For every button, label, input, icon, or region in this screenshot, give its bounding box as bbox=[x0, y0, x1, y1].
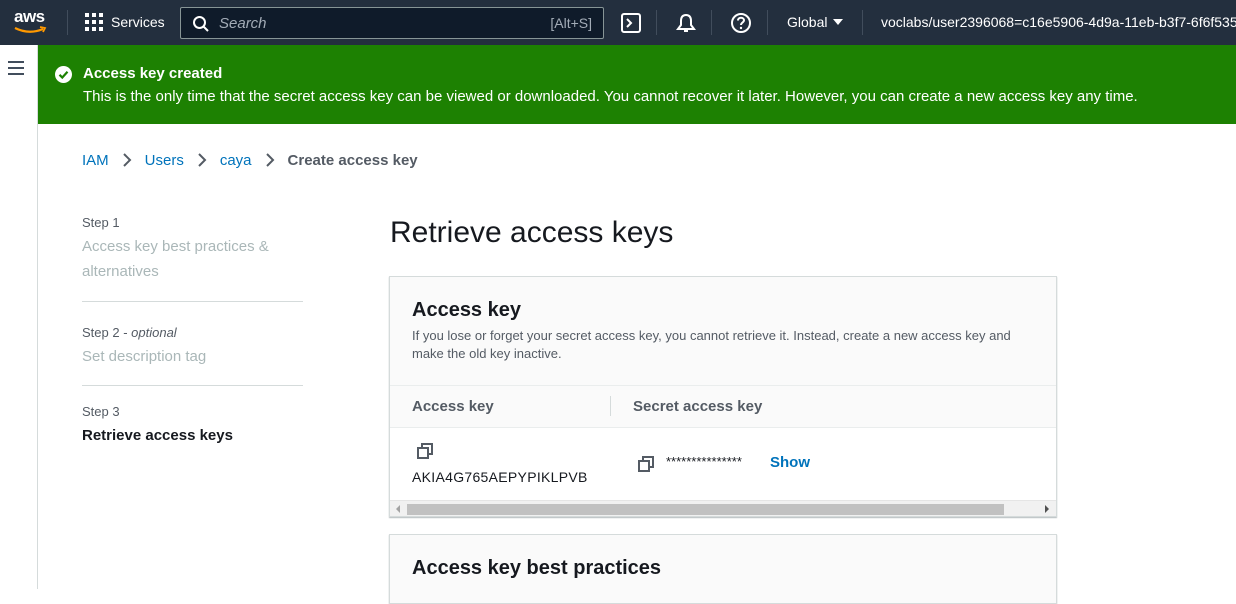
search-input[interactable] bbox=[219, 13, 519, 33]
step-label: Step 1 bbox=[82, 215, 120, 230]
copy-icon[interactable] bbox=[417, 443, 433, 459]
breadcrumb-link-users[interactable]: Users bbox=[145, 152, 184, 169]
panel-title: Access key best practices bbox=[412, 557, 662, 579]
breadcrumb-link-iam[interactable]: IAM bbox=[82, 152, 109, 169]
horizontal-scrollbar[interactable] bbox=[390, 500, 1056, 516]
nav-divider bbox=[862, 10, 863, 35]
aws-logo-text: aws bbox=[14, 7, 45, 26]
scroll-left-arrow-icon[interactable] bbox=[396, 505, 400, 513]
column-header-access-key: Access key bbox=[412, 398, 494, 415]
region-selector[interactable]: Global bbox=[787, 14, 844, 30]
wizard-step-1: Step 1 Access key best practices & alter… bbox=[82, 213, 303, 302]
region-label: Global bbox=[787, 14, 828, 30]
wizard-step-2: Step 2 - optional Set description tag bbox=[82, 302, 303, 386]
cloudshell-icon[interactable] bbox=[620, 12, 642, 34]
step-title: Set description tag bbox=[82, 348, 207, 365]
success-flashbar: Access key created This is the only time… bbox=[38, 45, 1236, 124]
services-menu-button[interactable]: Services bbox=[85, 13, 165, 31]
search-icon bbox=[193, 16, 209, 32]
search-shortcut-hint: [Alt+S] bbox=[550, 15, 592, 31]
panel-description: If you lose or forget your secret access… bbox=[412, 328, 1011, 361]
account-menu[interactable]: voclabs/user2396068=c16e5906-4d9a-11eb-b… bbox=[881, 14, 1236, 30]
step-title: Access key best practices & alternatives bbox=[82, 238, 269, 280]
nav-divider bbox=[656, 10, 657, 35]
panel-header: Access key If you lose or forget your se… bbox=[390, 277, 1056, 386]
bell-icon[interactable] bbox=[675, 12, 697, 34]
chevron-right-icon bbox=[198, 153, 207, 167]
flash-title: Access key created bbox=[83, 65, 223, 82]
step-optional-tag: optional bbox=[131, 325, 177, 340]
wizard-steps: Step 1 Access key best practices & alter… bbox=[82, 213, 303, 448]
search-box[interactable]: [Alt+S] bbox=[180, 7, 604, 39]
column-divider bbox=[610, 396, 611, 416]
chevron-right-icon bbox=[122, 153, 132, 167]
caret-down-icon bbox=[833, 19, 844, 25]
aws-logo[interactable]: aws bbox=[14, 8, 50, 36]
breadcrumb-link-user[interactable]: caya bbox=[220, 152, 252, 169]
breadcrumb-current: Create access key bbox=[287, 151, 418, 169]
show-secret-link[interactable]: Show bbox=[770, 454, 810, 471]
best-practices-panel: Access key best practices bbox=[389, 534, 1057, 604]
top-navigation: aws Services [Alt+S] Global bbox=[0, 0, 1236, 45]
table-header: Access key Secret access key bbox=[390, 386, 1056, 428]
help-icon[interactable] bbox=[730, 12, 752, 34]
flash-message: This is the only time that the secret ac… bbox=[83, 88, 1138, 105]
aws-smile-icon bbox=[14, 26, 47, 33]
services-label: Services bbox=[111, 14, 165, 30]
grid-icon bbox=[85, 13, 103, 31]
panel-title: Access key bbox=[412, 299, 521, 321]
nav-divider bbox=[67, 10, 68, 35]
scroll-right-arrow-icon[interactable] bbox=[1045, 505, 1049, 513]
secret-access-key-masked: *************** bbox=[666, 454, 742, 469]
step-title-active: Retrieve access keys bbox=[82, 427, 233, 444]
scrollbar-thumb[interactable] bbox=[407, 504, 1004, 515]
check-circle-icon bbox=[55, 66, 72, 83]
column-header-secret-access-key: Secret access key bbox=[633, 398, 763, 415]
nav-divider bbox=[767, 10, 768, 35]
page-title: Retrieve access keys bbox=[390, 216, 674, 249]
copy-icon[interactable] bbox=[638, 456, 654, 472]
step-label: Step 3 bbox=[82, 404, 120, 419]
access-key-id: AKIA4G765AEPYPIKLPVB bbox=[412, 469, 588, 485]
chevron-right-icon bbox=[265, 153, 274, 167]
nav-divider bbox=[711, 10, 712, 35]
table-row: AKIA4G765AEPYPIKLPVB *************** Sho… bbox=[390, 428, 1056, 500]
side-navigation-toggle-strip bbox=[0, 45, 38, 589]
access-key-panel: Access key If you lose or forget your se… bbox=[389, 276, 1057, 517]
breadcrumb: IAM Users caya Create access key bbox=[82, 151, 418, 169]
hamburger-icon[interactable] bbox=[8, 61, 24, 75]
wizard-step-3: Step 3 Retrieve access keys bbox=[82, 386, 303, 448]
step-label: Step 2 - optional bbox=[82, 325, 177, 340]
